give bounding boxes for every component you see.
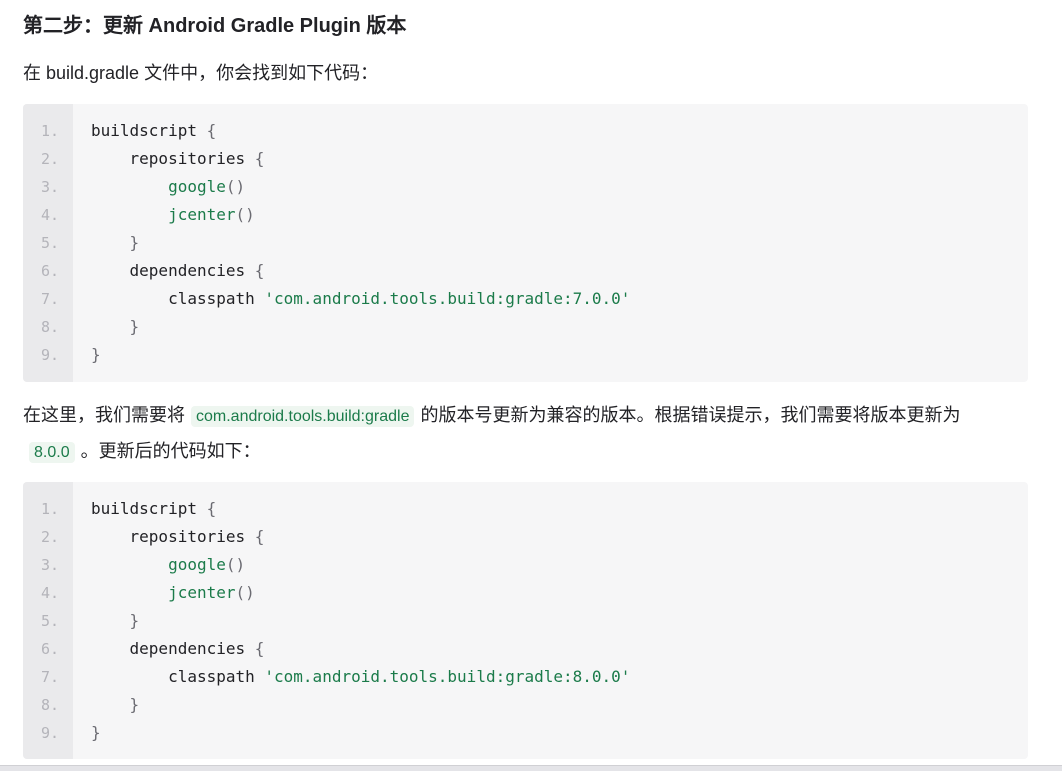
function-token: google xyxy=(168,177,226,196)
line-number: 7. xyxy=(40,290,59,308)
code-line: 3. google() xyxy=(23,551,1028,579)
code-text: } xyxy=(91,691,140,719)
code-line: 2. repositories { xyxy=(23,145,1028,173)
punctuation-token: { xyxy=(254,149,265,168)
punctuation-token: { xyxy=(254,261,265,280)
identifier-token: buildscript xyxy=(91,121,207,140)
line-number: 6. xyxy=(40,640,59,658)
function-token: jcenter xyxy=(168,205,236,224)
code-text: jcenter() xyxy=(91,201,255,229)
line-number: 3. xyxy=(40,178,59,196)
string-token: 'com.android.tools.build:gradle:8.0.0' xyxy=(264,667,631,686)
code-text: } xyxy=(91,313,140,341)
punctuation-token: } xyxy=(91,723,101,742)
code-text: repositories { xyxy=(91,523,265,551)
identifier-token: dependencies xyxy=(129,261,255,280)
explanation-text-3: 。更新后的代码如下： xyxy=(80,441,261,461)
punctuation-token: } xyxy=(129,317,140,336)
punctuation-token: } xyxy=(129,695,140,714)
punctuation-token: { xyxy=(206,121,217,140)
code-line: 7. classpath 'com.android.tools.build:gr… xyxy=(23,663,1028,691)
line-number: 8. xyxy=(40,318,59,336)
string-token: 'com.android.tools.build:gradle:7.0.0' xyxy=(264,289,631,308)
line-number: 9. xyxy=(40,724,59,742)
explanation-paragraph: 在这里，我们需要将 com.android.tools.build:gradle 的… xyxy=(23,398,1033,470)
code-line: 5. } xyxy=(23,229,1028,257)
line-number: 4. xyxy=(40,206,59,224)
code-text: } xyxy=(91,341,101,369)
punctuation-token: { xyxy=(254,639,265,658)
code-line: 3. google() xyxy=(23,173,1028,201)
code-text: classpath 'com.android.tools.build:gradl… xyxy=(91,285,630,313)
line-number: 2. xyxy=(40,528,59,546)
identifier-token: repositories xyxy=(129,149,255,168)
line-number: 8. xyxy=(40,696,59,714)
code-text: jcenter() xyxy=(91,579,255,607)
code-text: repositories { xyxy=(91,145,265,173)
code-line: 4. jcenter() xyxy=(23,201,1028,229)
punctuation-token: () xyxy=(225,177,246,196)
code-text: dependencies { xyxy=(91,257,265,285)
identifier-token: buildscript xyxy=(91,499,207,518)
code-block-original[interactable]: 1. buildscript {2. repositories {3. googl… xyxy=(23,104,1028,382)
line-number: 9. xyxy=(40,346,59,364)
code-line: 8. } xyxy=(23,691,1028,719)
line-number: 2. xyxy=(40,150,59,168)
code-line: 1. buildscript { xyxy=(23,117,1028,145)
code-line: 9.} xyxy=(23,341,1028,369)
code-text: buildscript { xyxy=(91,495,216,523)
identifier-token: classpath xyxy=(168,667,265,686)
intro-paragraph: 在 build.gradle 文件中，你会找到如下代码： xyxy=(23,63,379,83)
punctuation-token: } xyxy=(91,345,101,364)
function-token: jcenter xyxy=(168,583,236,602)
code-line: 5. } xyxy=(23,607,1028,635)
code-line: 9.} xyxy=(23,719,1028,747)
code-text: dependencies { xyxy=(91,635,265,663)
line-number: 1. xyxy=(40,122,59,140)
code-line: 8. } xyxy=(23,313,1028,341)
code-text: } xyxy=(91,229,140,257)
code-line: 7. classpath 'com.android.tools.build:gr… xyxy=(23,285,1028,313)
identifier-token: dependencies xyxy=(129,639,255,658)
punctuation-token: () xyxy=(235,583,255,602)
code-text: classpath 'com.android.tools.build:gradl… xyxy=(91,663,630,691)
code-text: } xyxy=(91,719,101,747)
code-line: 4. jcenter() xyxy=(23,579,1028,607)
code-line: 6. dependencies { xyxy=(23,635,1028,663)
inline-code-version: 8.0.0 xyxy=(29,442,75,463)
explanation-text-1: 在这里，我们需要将 xyxy=(23,405,185,425)
punctuation-token: { xyxy=(254,527,265,546)
identifier-token: classpath xyxy=(168,289,265,308)
line-number: 7. xyxy=(40,668,59,686)
punctuation-token: } xyxy=(129,611,140,630)
code-line: 1. buildscript { xyxy=(23,495,1028,523)
code-text: google() xyxy=(91,173,245,201)
code-line: 2. repositories { xyxy=(23,523,1028,551)
line-number: 6. xyxy=(40,262,59,280)
line-number: 4. xyxy=(40,584,59,602)
line-number: 5. xyxy=(40,612,59,630)
line-number: 5. xyxy=(40,234,59,252)
identifier-token: repositories xyxy=(129,527,255,546)
code-line: 6. dependencies { xyxy=(23,257,1028,285)
punctuation-token: () xyxy=(225,555,246,574)
code-block-updated[interactable]: 1. buildscript {2. repositories {3. googl… xyxy=(23,482,1028,759)
code-text: buildscript { xyxy=(91,117,216,145)
horizontal-scrollbar[interactable] xyxy=(0,765,1062,771)
code-text: google() xyxy=(91,551,245,579)
step-heading: 第二步：更新 Android Gradle Plugin 版本 xyxy=(23,15,407,37)
punctuation-token: { xyxy=(206,499,217,518)
punctuation-token: () xyxy=(235,205,255,224)
line-number: 1. xyxy=(40,500,59,518)
line-number: 3. xyxy=(40,556,59,574)
inline-code-gradle-artifact: com.android.tools.build:gradle xyxy=(191,406,415,427)
code-text: } xyxy=(91,607,140,635)
function-token: google xyxy=(168,555,226,574)
punctuation-token: } xyxy=(129,233,140,252)
explanation-text-2: 的版本号更新为兼容的版本。根据错误提示，我们需要将版本更新为 xyxy=(420,405,961,425)
